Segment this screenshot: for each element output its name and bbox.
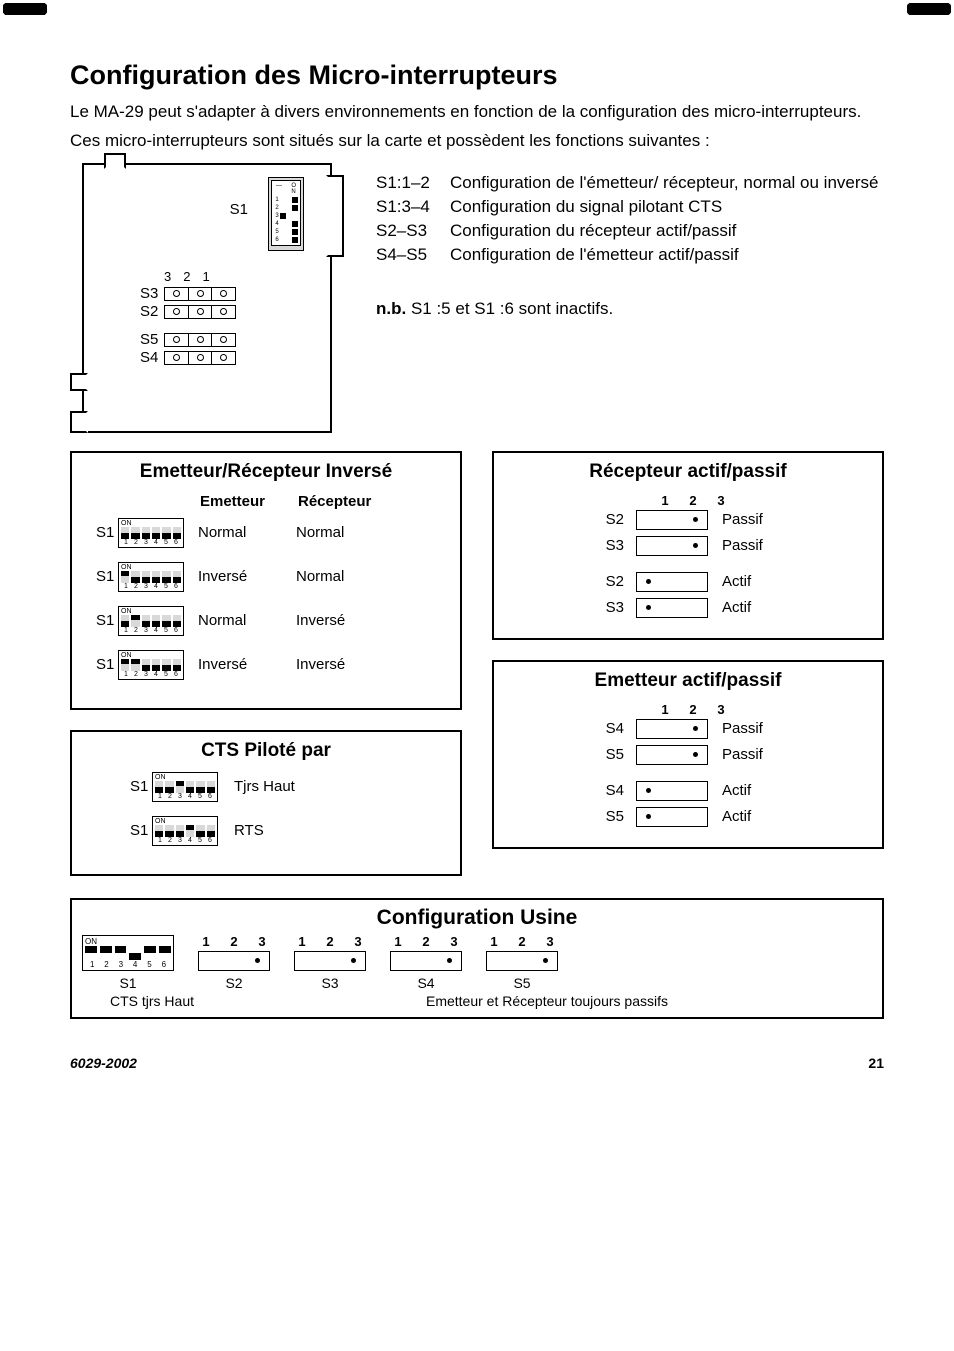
- pcb-jumper-s2: [164, 305, 236, 319]
- jumper-icon: [636, 781, 708, 801]
- pcb-s5-label: S5: [140, 331, 158, 348]
- doc-ref: 6029-2002: [70, 1055, 137, 1071]
- ap-row: S5 Actif: [504, 807, 872, 827]
- map-row: S4–S5 Configuration de l'émetteur actif/…: [376, 245, 884, 265]
- factory-jumper: 123 S3: [294, 934, 366, 991]
- jumper-icon: [294, 951, 366, 971]
- dip-switch-icon: ON 123456: [118, 518, 184, 548]
- map-row: S1:3–4 Configuration du signal pilotant …: [376, 197, 884, 217]
- er-header-recepteur: Récepteur: [298, 493, 384, 510]
- jumper-icon: [636, 598, 708, 618]
- ap-row: S4 Actif: [504, 781, 872, 801]
- jumper-icon: [636, 807, 708, 827]
- factory-s1-caption: CTS tjrs Haut: [82, 993, 222, 1009]
- jumper-icon: [636, 510, 708, 530]
- intro-line-2: Ces micro-interrupteurs sont situés sur …: [70, 130, 884, 153]
- dip-switch-icon: ON 123456: [118, 606, 184, 636]
- ap-row: S3 Passif: [504, 536, 872, 556]
- dip-switch-icon: ON 123456: [152, 816, 218, 846]
- jumper-icon: [636, 745, 708, 765]
- pcb-s1-label: S1: [226, 201, 252, 218]
- box-emetteur-recepteur: Emetteur/Récepteur Inversé Emetteur Réce…: [70, 451, 462, 710]
- box-emetteur: Emetteur actif/passif 1 2 3 S4 PassifS5 …: [492, 660, 884, 849]
- map-row: S2–S3 Configuration du récepteur actif/p…: [376, 221, 884, 241]
- er-header-emetteur: Emetteur: [200, 493, 286, 510]
- intro-line-1: Le MA-29 peut s'adapter à divers environ…: [70, 101, 884, 124]
- page-number: 21: [868, 1055, 884, 1071]
- pcb-dip-s1: —ON 1 2 3 4 5 6: [268, 177, 304, 251]
- er-row: S1 ON 123456 NormalInversé: [82, 606, 450, 636]
- jumper-icon: [636, 719, 708, 739]
- jumper-icon: [636, 536, 708, 556]
- pcb-pin1: 1: [202, 269, 209, 284]
- cts-row: S1 ON 123456 RTS: [82, 816, 450, 846]
- dip-switch-icon: ON 123456: [152, 772, 218, 802]
- box-recepteur: Récepteur actif/passif 1 2 3 S2 PassifS3…: [492, 451, 884, 640]
- er-row: S1 ON 123456 InverséInversé: [82, 650, 450, 680]
- factory-jumper: 123 S2: [198, 934, 270, 991]
- pcb-jumper-s3: [164, 287, 236, 301]
- pcb-jumper-s5: [164, 333, 236, 347]
- dip-switch-icon: ON 123456: [118, 562, 184, 592]
- ap-row: S3 Actif: [504, 598, 872, 618]
- pcb-s4-label: S4: [140, 349, 158, 366]
- dip-switch-icon: ON 123456: [118, 650, 184, 680]
- ap-row: S4 Passif: [504, 719, 872, 739]
- jumper-icon: [198, 951, 270, 971]
- box-emetteur-title: Emetteur actif/passif: [504, 670, 872, 692]
- ap-row: S2 Passif: [504, 510, 872, 530]
- ap-row: S2 Actif: [504, 572, 872, 592]
- box-cts-title: CTS Piloté par: [82, 740, 450, 762]
- pcb-s2-label: S2: [140, 303, 158, 320]
- jumper-icon: [636, 572, 708, 592]
- note: n.b. S1 :5 et S1 :6 sont inactifs.: [376, 299, 884, 319]
- box-factory: Configuration Usine ON 123456 S1 123 S2 12…: [70, 898, 884, 1019]
- dip-switch-icon: ON 123456: [82, 935, 174, 971]
- map-row: S1:1–2 Configuration de l'émetteur/ réce…: [376, 173, 884, 193]
- box-recepteur-title: Récepteur actif/passif: [504, 461, 872, 483]
- er-row: S1 ON 123456 InverséNormal: [82, 562, 450, 592]
- factory-footnote: Emetteur et Récepteur toujours passifs: [222, 993, 872, 1009]
- jumper-icon: [390, 951, 462, 971]
- factory-jumper: 123 S5: [486, 934, 558, 991]
- pcb-pin3: 3: [164, 269, 171, 284]
- pcb-jumper-s4: [164, 351, 236, 365]
- pcb-pin2: 2: [183, 269, 190, 284]
- factory-title: Configuration Usine: [82, 906, 872, 930]
- box-er-title: Emetteur/Récepteur Inversé: [82, 461, 450, 483]
- ap-row: S5 Passif: [504, 745, 872, 765]
- page-title: Configuration des Micro-interrupteurs: [70, 60, 884, 91]
- jumper-icon: [486, 951, 558, 971]
- box-cts: CTS Piloté par S1 ON 123456 Tjrs Haut S1 …: [70, 730, 462, 876]
- pcb-diagram: S1 —ON 1 2 3 4 5 6 3 2 1: [82, 163, 332, 433]
- factory-jumper: 123 S4: [390, 934, 462, 991]
- er-row: S1 ON 123456 NormalNormal: [82, 518, 450, 548]
- cts-row: S1 ON 123456 Tjrs Haut: [82, 772, 450, 802]
- factory-s1: ON 123456 S1: [82, 935, 174, 991]
- pcb-s3-label: S3: [140, 285, 158, 302]
